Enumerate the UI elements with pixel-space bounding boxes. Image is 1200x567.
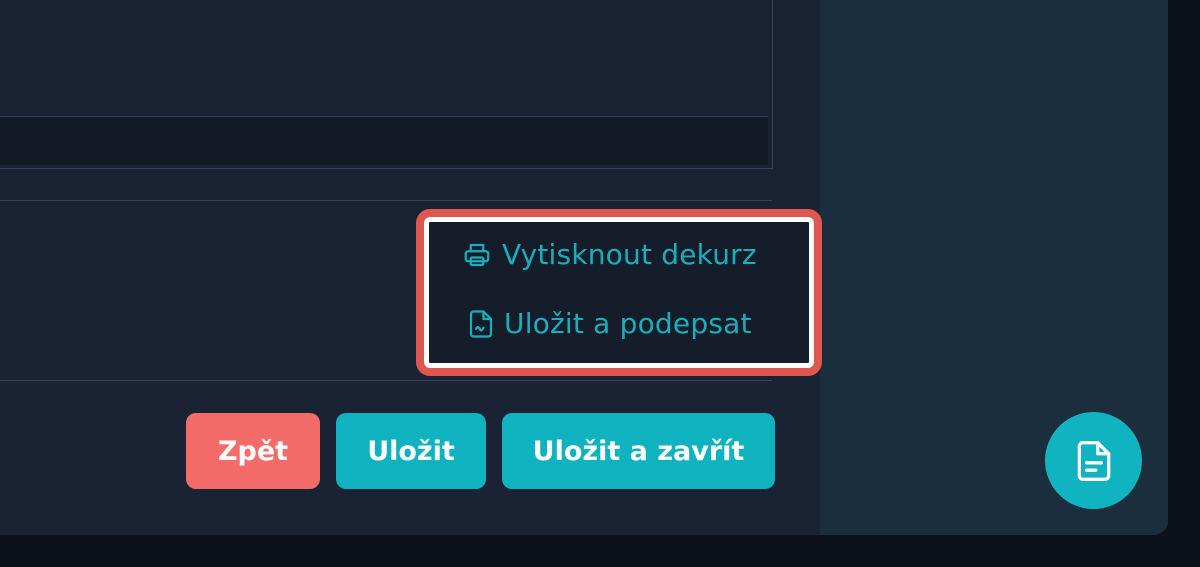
editor-status-strip: [0, 116, 768, 165]
save-and-close-button[interactable]: Uložit a zavřít: [502, 413, 775, 489]
save-and-sign-link[interactable]: Uložit a podepsat: [468, 307, 752, 340]
print-dekurz-link[interactable]: Vytisknout dekurz: [462, 238, 757, 271]
back-button[interactable]: Zpět: [186, 413, 320, 489]
document-icon: [1077, 440, 1110, 481]
document-fab-button[interactable]: [1045, 412, 1142, 509]
save-and-sign-label: Uložit a podepsat: [504, 307, 752, 340]
main-panel: Vytisknout dekurz Uložit a podepsat Zpět…: [0, 0, 1168, 535]
print-dekurz-label: Vytisknout dekurz: [502, 238, 757, 271]
text-editor[interactable]: [0, 0, 773, 169]
save-button[interactable]: Uložit: [336, 413, 486, 489]
divider: [0, 200, 772, 201]
divider: [0, 380, 772, 381]
highlight-frame: [416, 209, 822, 376]
signature-document-icon: [469, 309, 493, 338]
printer-icon: [464, 243, 490, 266]
